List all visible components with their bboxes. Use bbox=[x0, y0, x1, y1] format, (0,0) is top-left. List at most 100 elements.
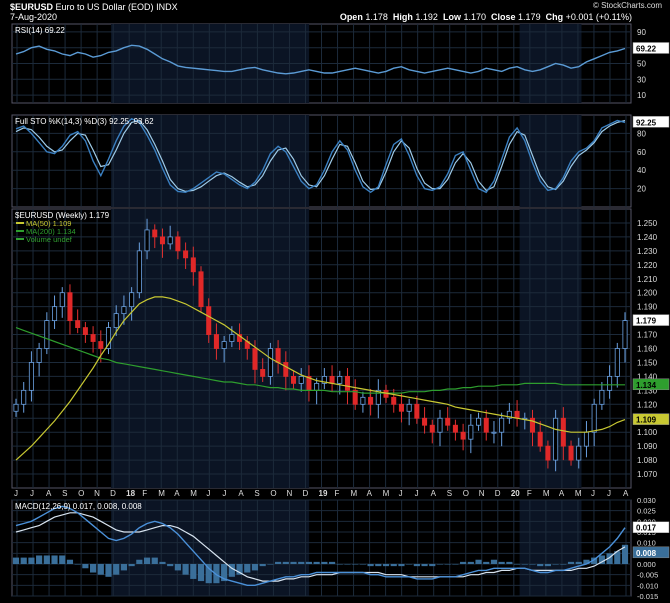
y-tick-label: 1.120 bbox=[637, 400, 658, 409]
macd-histogram-bar bbox=[352, 564, 359, 565]
candle bbox=[568, 445, 574, 461]
macd-histogram-bar bbox=[282, 561, 289, 564]
x-tick-label: D bbox=[495, 489, 501, 498]
y-tick-label: 1.200 bbox=[637, 289, 658, 298]
x-tick-label: 20 bbox=[511, 489, 520, 498]
x-tick-label: J bbox=[399, 489, 403, 498]
ma200-last-label: 1.134 bbox=[636, 381, 657, 390]
y-tick-label: 0.030 bbox=[637, 496, 656, 505]
candle bbox=[614, 348, 620, 377]
x-tick-label: M bbox=[543, 489, 550, 498]
candle bbox=[175, 236, 181, 252]
candle bbox=[576, 445, 582, 461]
candle bbox=[422, 417, 428, 426]
candle bbox=[167, 236, 173, 245]
x-tick-label: J bbox=[607, 489, 611, 498]
macd-histogram-bar bbox=[151, 557, 158, 564]
macd-histogram-bar bbox=[359, 564, 366, 565]
macd-histogram-bar bbox=[74, 564, 81, 565]
macd-hist-label: 0.008 bbox=[636, 549, 657, 558]
macd-histogram-bar bbox=[36, 555, 43, 564]
x-tick-label: A bbox=[367, 489, 373, 498]
y-tick-label: 60 bbox=[637, 148, 646, 157]
macd-histogram-bar bbox=[460, 561, 467, 564]
candle bbox=[499, 417, 505, 433]
y-tick-label: 1.070 bbox=[637, 470, 658, 479]
y-tick-label: 0.025 bbox=[637, 507, 656, 516]
x-tick-label: M bbox=[351, 489, 358, 498]
macd-histogram-bar bbox=[159, 561, 166, 564]
macd-histogram-bar bbox=[51, 555, 58, 564]
y-tick-label: 30 bbox=[637, 75, 646, 84]
candle bbox=[344, 375, 351, 391]
y-tick-label: 40 bbox=[637, 166, 646, 175]
x-tick-label: A bbox=[431, 489, 437, 498]
macd-histogram-bar bbox=[167, 564, 174, 567]
shade-band bbox=[519, 500, 582, 596]
y-tick-label: 0.010 bbox=[637, 539, 656, 548]
macd-histogram-bar bbox=[552, 564, 559, 565]
candle bbox=[491, 431, 497, 434]
macd-histogram-bar bbox=[313, 561, 320, 564]
candle bbox=[406, 403, 412, 412]
macd-histogram-bar bbox=[12, 557, 20, 564]
candle bbox=[183, 250, 189, 259]
candle bbox=[113, 313, 119, 328]
x-tick-label: S bbox=[447, 489, 452, 498]
candle bbox=[591, 403, 597, 433]
x-tick-label: J bbox=[222, 489, 226, 498]
x-tick-label: F bbox=[527, 489, 532, 498]
candle bbox=[283, 362, 289, 377]
legend-label: Volume undef bbox=[26, 235, 73, 244]
y-tick-label: 1.090 bbox=[637, 442, 658, 451]
shade-band bbox=[519, 115, 582, 207]
candle bbox=[290, 375, 297, 384]
candle bbox=[583, 431, 589, 447]
candle bbox=[468, 424, 474, 440]
macd-histogram-bar bbox=[298, 561, 305, 564]
legend-swatch bbox=[16, 238, 24, 240]
candle bbox=[445, 417, 451, 426]
x-tick-label: 19 bbox=[319, 489, 328, 498]
macd-histogram-bar bbox=[251, 564, 259, 571]
x-tick-label: S bbox=[254, 489, 259, 498]
macd-histogram-bar bbox=[43, 555, 50, 564]
y-tick-label: 20 bbox=[637, 185, 646, 194]
candle bbox=[21, 389, 27, 405]
macd-histogram-bar bbox=[336, 564, 343, 565]
x-tick-label: J bbox=[30, 489, 34, 498]
candle bbox=[545, 445, 551, 461]
ma50-last-label: 1.109 bbox=[636, 416, 657, 425]
candle bbox=[98, 341, 104, 349]
macd-histogram-bar bbox=[490, 559, 498, 564]
candle bbox=[213, 334, 219, 349]
macd-histogram-bar bbox=[537, 564, 544, 567]
price-last-label: 1.179 bbox=[636, 317, 657, 326]
candle bbox=[44, 320, 50, 349]
y-tick-label: 10 bbox=[637, 91, 646, 100]
y-tick-label: 50 bbox=[637, 60, 646, 69]
y-tick-label: 1.210 bbox=[637, 275, 658, 284]
macd-histogram-bar bbox=[128, 564, 135, 567]
macd-histogram-bar bbox=[344, 564, 351, 565]
candle bbox=[82, 327, 88, 335]
y-tick-label: 1.170 bbox=[637, 331, 658, 340]
candle bbox=[460, 431, 466, 440]
macd-histogram-bar bbox=[20, 557, 27, 564]
macd-histogram-bar bbox=[82, 564, 89, 569]
macd-histogram-bar bbox=[498, 561, 505, 564]
candle bbox=[607, 375, 613, 391]
macd-histogram-bar bbox=[421, 564, 428, 567]
x-tick-label: O bbox=[270, 489, 276, 498]
candle bbox=[90, 334, 96, 342]
candle bbox=[476, 417, 482, 426]
candle bbox=[121, 306, 127, 315]
y-tick-label: -0.010 bbox=[637, 581, 658, 590]
x-tick-label: F bbox=[335, 489, 340, 498]
macd-title: MACD(12,26,9) 0.017, 0.008, 0.008 bbox=[15, 502, 142, 511]
legend-swatch bbox=[16, 222, 24, 224]
candle bbox=[129, 292, 135, 308]
macd-histogram-bar bbox=[398, 564, 405, 567]
legend-swatch bbox=[16, 230, 24, 232]
y-tick-label: 1.240 bbox=[637, 233, 658, 242]
